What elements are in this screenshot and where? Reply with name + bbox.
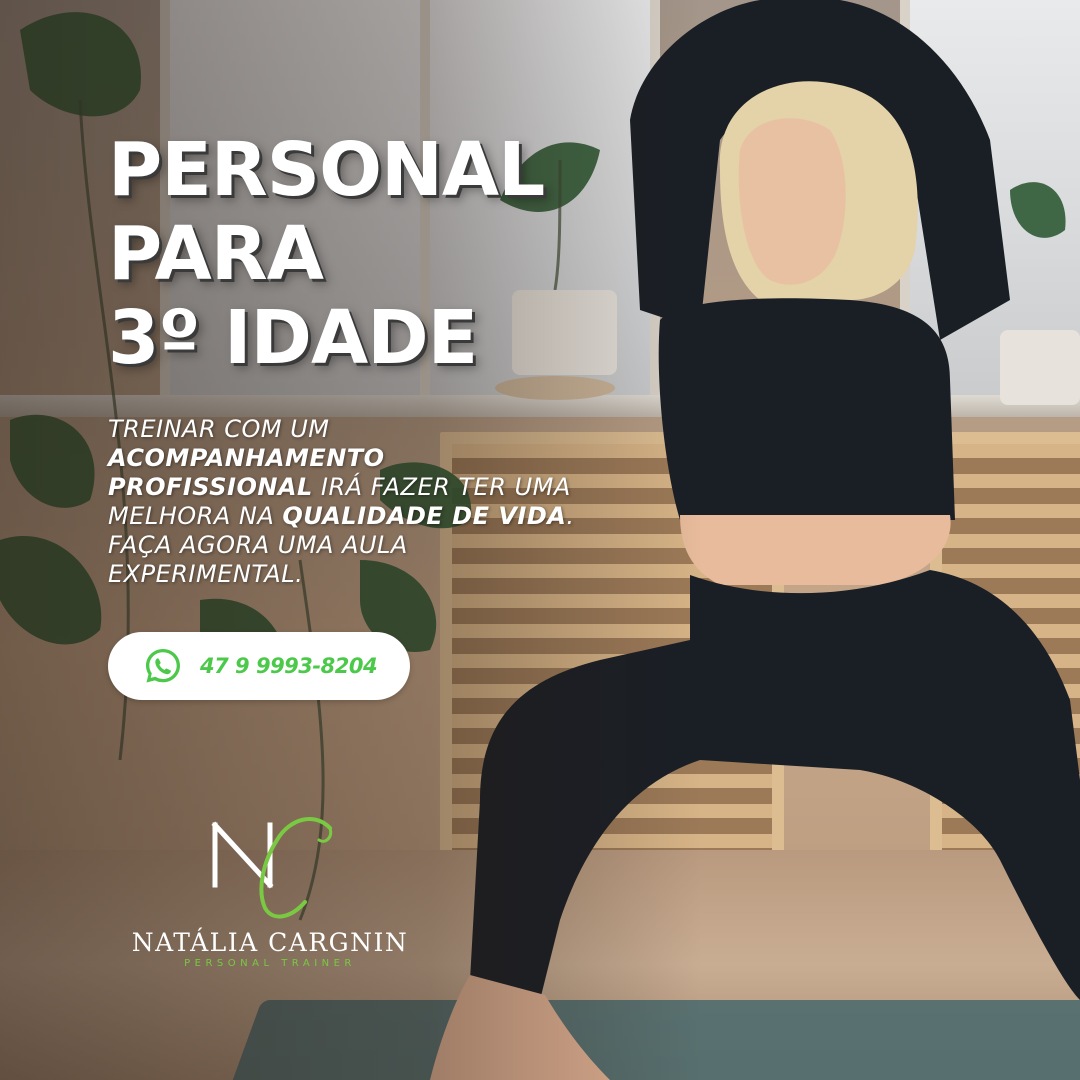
description-bold-2: QUALIDADE DE VIDA [282,502,567,530]
headline-line-2: PARA [108,211,324,297]
headline: PERSONAL PARA 3º IDADE [108,127,545,381]
description-text: TREINAR COM UM ACOMPANHAMENTO PROFISSION… [108,415,578,589]
brand-name: NATÁLIA CARGNIN [131,928,409,957]
phone-number[interactable]: 47 9 9993-8204 [200,632,378,700]
headline-line-3: 3º IDADE [108,295,478,381]
nc-monogram-logo [211,817,333,919]
headline-line-1: PERSONAL [108,127,545,213]
whatsapp-contact-button[interactable]: 47 9 9993-8204 [108,632,410,700]
description-part-1: TREINAR COM UM [108,415,330,443]
brand-subtitle: PERSONAL TRAINER [184,958,356,969]
whatsapp-icon [146,649,180,683]
